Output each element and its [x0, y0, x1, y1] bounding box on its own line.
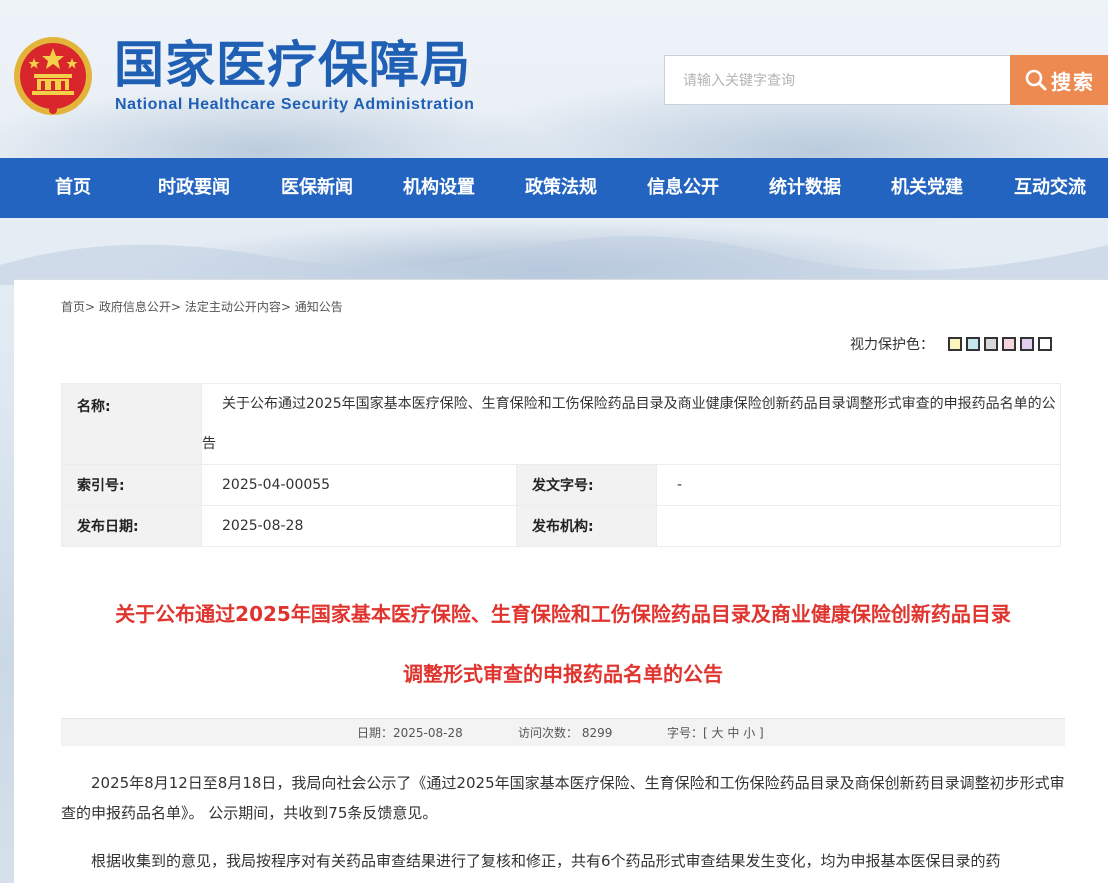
info-name-value: 关于公布通过2025年国家基本医疗保险、生育保险和工伤保险药品目录及商业健康保险…: [201, 383, 1061, 465]
meta-date: 日期：2025-08-28: [357, 726, 463, 740]
nav-item-healthcare-news[interactable]: 医保新闻: [281, 158, 353, 218]
font-size-medium[interactable]: 中: [727, 726, 739, 740]
search-input[interactable]: [664, 55, 1012, 105]
nav-item-home[interactable]: 首页: [55, 158, 91, 218]
article-title-line2: 调整形式审查的申报药品名单的公告: [403, 662, 723, 686]
info-doc-no-value: -: [656, 464, 1061, 506]
eye-protection-colors: 视力保护色：: [850, 334, 1052, 354]
mountain-decoration: [0, 236, 1108, 285]
info-date-label: 发布日期:: [61, 505, 202, 547]
nav-item-information[interactable]: 信息公开: [647, 158, 719, 218]
eye-protection-label: 视力保护色：: [850, 337, 934, 353]
nav-item-statistics[interactable]: 统计数据: [769, 158, 841, 218]
swatch-white[interactable]: [1038, 337, 1052, 351]
article-paragraph-1: 2025年8月12日至8月18日，我局向社会公示了《通过2025年国家基本医疗保…: [61, 774, 1065, 822]
swatch-pink[interactable]: [1002, 337, 1016, 351]
font-size-control: 字号：[ 大 中 小 ]: [667, 726, 764, 740]
breadcrumb-statutory[interactable]: 法定主动公开内容: [185, 300, 281, 314]
swatch-yellow[interactable]: [948, 337, 962, 351]
site-title[interactable]: 国家医疗保障局: [114, 34, 471, 96]
nav-item-current-affairs[interactable]: 时政要闻: [158, 158, 230, 218]
search-button[interactable]: 搜索: [1010, 55, 1108, 105]
font-size-small[interactable]: 小: [743, 726, 755, 740]
info-org-value: [656, 505, 1061, 547]
nav-item-interaction[interactable]: 互动交流: [1014, 158, 1086, 218]
info-index-label: 索引号:: [61, 464, 202, 506]
info-org-label: 发布机构:: [516, 505, 657, 547]
nav-item-policies[interactable]: 政策法规: [525, 158, 597, 218]
info-index-value: 2025-04-00055: [201, 464, 517, 506]
article-paragraph-2: 根据收集到的意见，我局按程序对有关药品审查结果进行了复核和修正，共有6个药品形式…: [91, 852, 1001, 870]
info-name-label: 名称:: [61, 383, 202, 465]
breadcrumb-notices[interactable]: 通知公告: [295, 300, 343, 314]
site-subtitle[interactable]: National Healthcare Security Administrat…: [115, 96, 475, 114]
info-date-value: 2025-08-28: [201, 505, 517, 547]
nav-item-organization[interactable]: 机构设置: [403, 158, 475, 218]
meta-visits: 访问次数： 8299: [518, 726, 613, 740]
main-nav: 首页 时政要闻 医保新闻 机构设置 政策法规 信息公开 统计数据 机关党建 互动…: [0, 158, 1108, 218]
breadcrumb-gov-info[interactable]: 政府信息公开: [99, 300, 171, 314]
content-panel: 首页> 政府信息公开> 法定主动公开内容> 通知公告 视力保护色： 名称: 关于…: [14, 279, 1108, 883]
info-doc-no-label: 发文字号:: [516, 464, 657, 506]
article-title-line1: 关于公布通过2025年国家基本医疗保险、生育保险和工伤保险药品目录及商业健康保险…: [115, 602, 1011, 626]
breadcrumb-home[interactable]: 首页: [61, 300, 85, 314]
font-size-large[interactable]: 大: [712, 726, 724, 740]
swatch-blue[interactable]: [966, 337, 980, 351]
search-button-label: 搜索: [1051, 69, 1095, 94]
swatch-purple[interactable]: [1020, 337, 1034, 351]
national-emblem-icon[interactable]: [12, 34, 94, 120]
document-info-table: 名称: 关于公布通过2025年国家基本医疗保险、生育保险和工伤保险药品目录及商业…: [61, 383, 1061, 547]
site-header: 国家医疗保障局 National Healthcare Security Adm…: [0, 0, 1108, 158]
nav-item-party-building[interactable]: 机关党建: [891, 158, 963, 218]
breadcrumb: 首页> 政府信息公开> 法定主动公开内容> 通知公告: [61, 300, 343, 314]
search-icon: [1025, 69, 1047, 91]
swatch-gray[interactable]: [984, 337, 998, 351]
article-title: 关于公布通过2025年国家基本医疗保险、生育保险和工伤保险药品目录及商业健康保险…: [61, 584, 1065, 704]
color-swatches: [948, 337, 1052, 351]
article-meta: 日期：2025-08-28 访问次数： 8299 字号：[ 大 中 小 ]: [61, 718, 1065, 746]
